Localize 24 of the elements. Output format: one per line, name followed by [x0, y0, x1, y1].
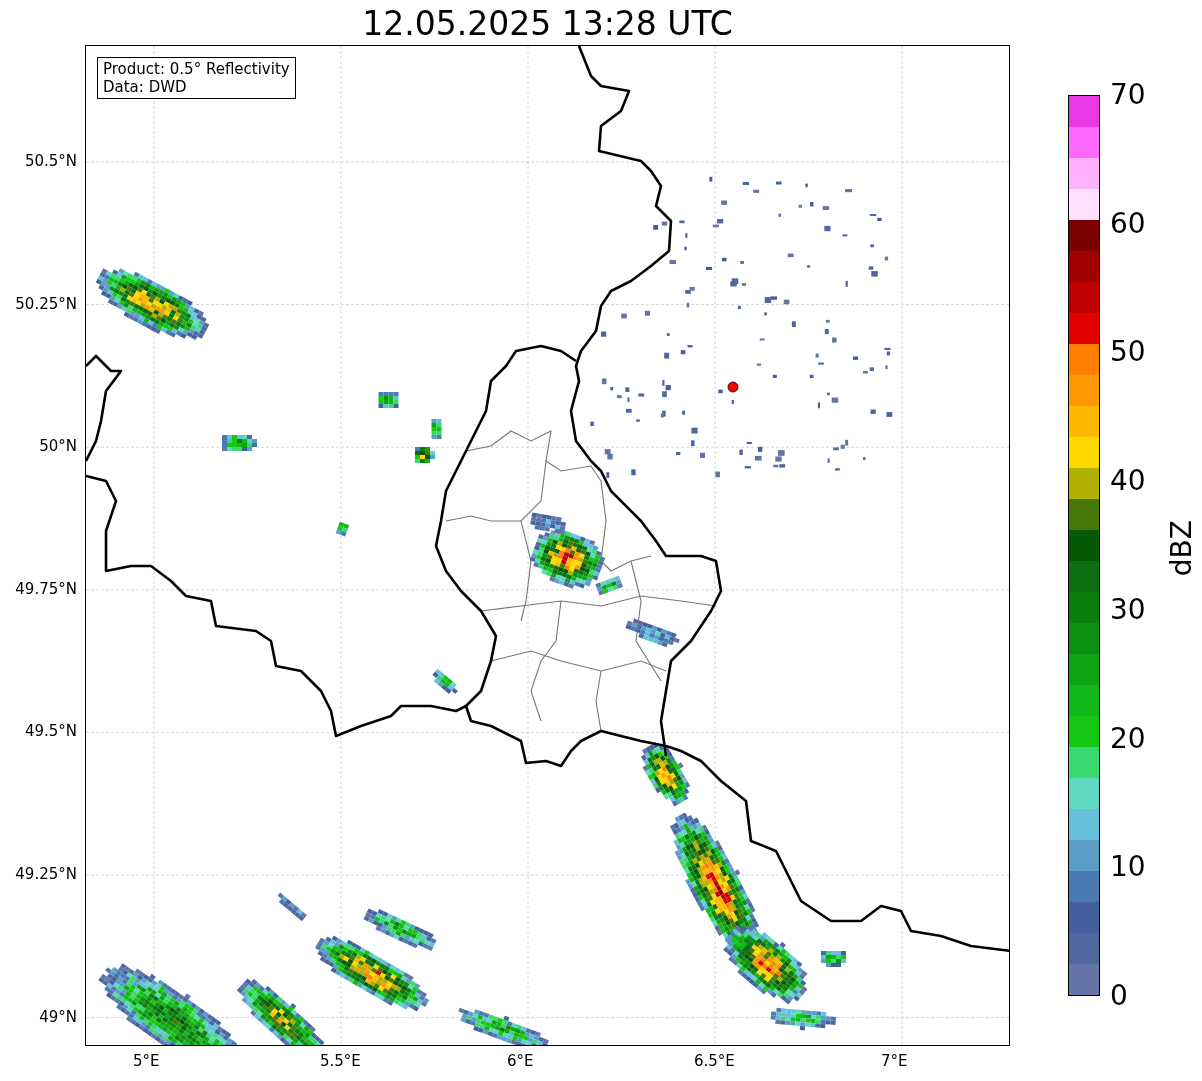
colorbar-tick-label: 60: [1110, 209, 1146, 238]
axis-tick-label: 49°N: [39, 1007, 77, 1026]
chart-title: 12.05.2025 13:28 UTC: [361, 4, 734, 43]
axis-tick-label: 6.5°E: [694, 1052, 735, 1070]
axis-tick-label: 50°N: [39, 437, 77, 456]
colorbar-tick-label: 40: [1110, 467, 1146, 496]
axis-tick-label: 50.25°N: [15, 294, 77, 313]
legend-text: Data: DWD: [103, 78, 188, 96]
axis-tick-label: 49.25°N: [15, 865, 77, 883]
axis-tick-label: 5°E: [133, 1052, 160, 1070]
axis-tick-label: 7°E: [881, 1052, 908, 1070]
colorbar-tick-label: 30: [1110, 595, 1146, 624]
legend-text: Product: 0.5° Reflectivity: [103, 60, 290, 78]
axis-tick-label: 6°E: [507, 1052, 534, 1070]
axis-tick-label: 49.75°N: [15, 579, 77, 598]
colorbar-tick-label: 70: [1110, 81, 1146, 109]
colorbar-label: dBZ: [1165, 520, 1198, 577]
axis-tick-label: 50.5°N: [24, 152, 77, 170]
axis-tick-label: 49.5°N: [24, 722, 77, 741]
colorbar-tick-label: 50: [1110, 338, 1146, 367]
colorbar-tick-label: 0: [1110, 982, 1128, 1010]
colorbar-tick-label: 20: [1110, 724, 1146, 753]
axis-tick-label: 5.5°E: [320, 1052, 361, 1070]
colorbar-tick-label: 10: [1110, 853, 1146, 882]
